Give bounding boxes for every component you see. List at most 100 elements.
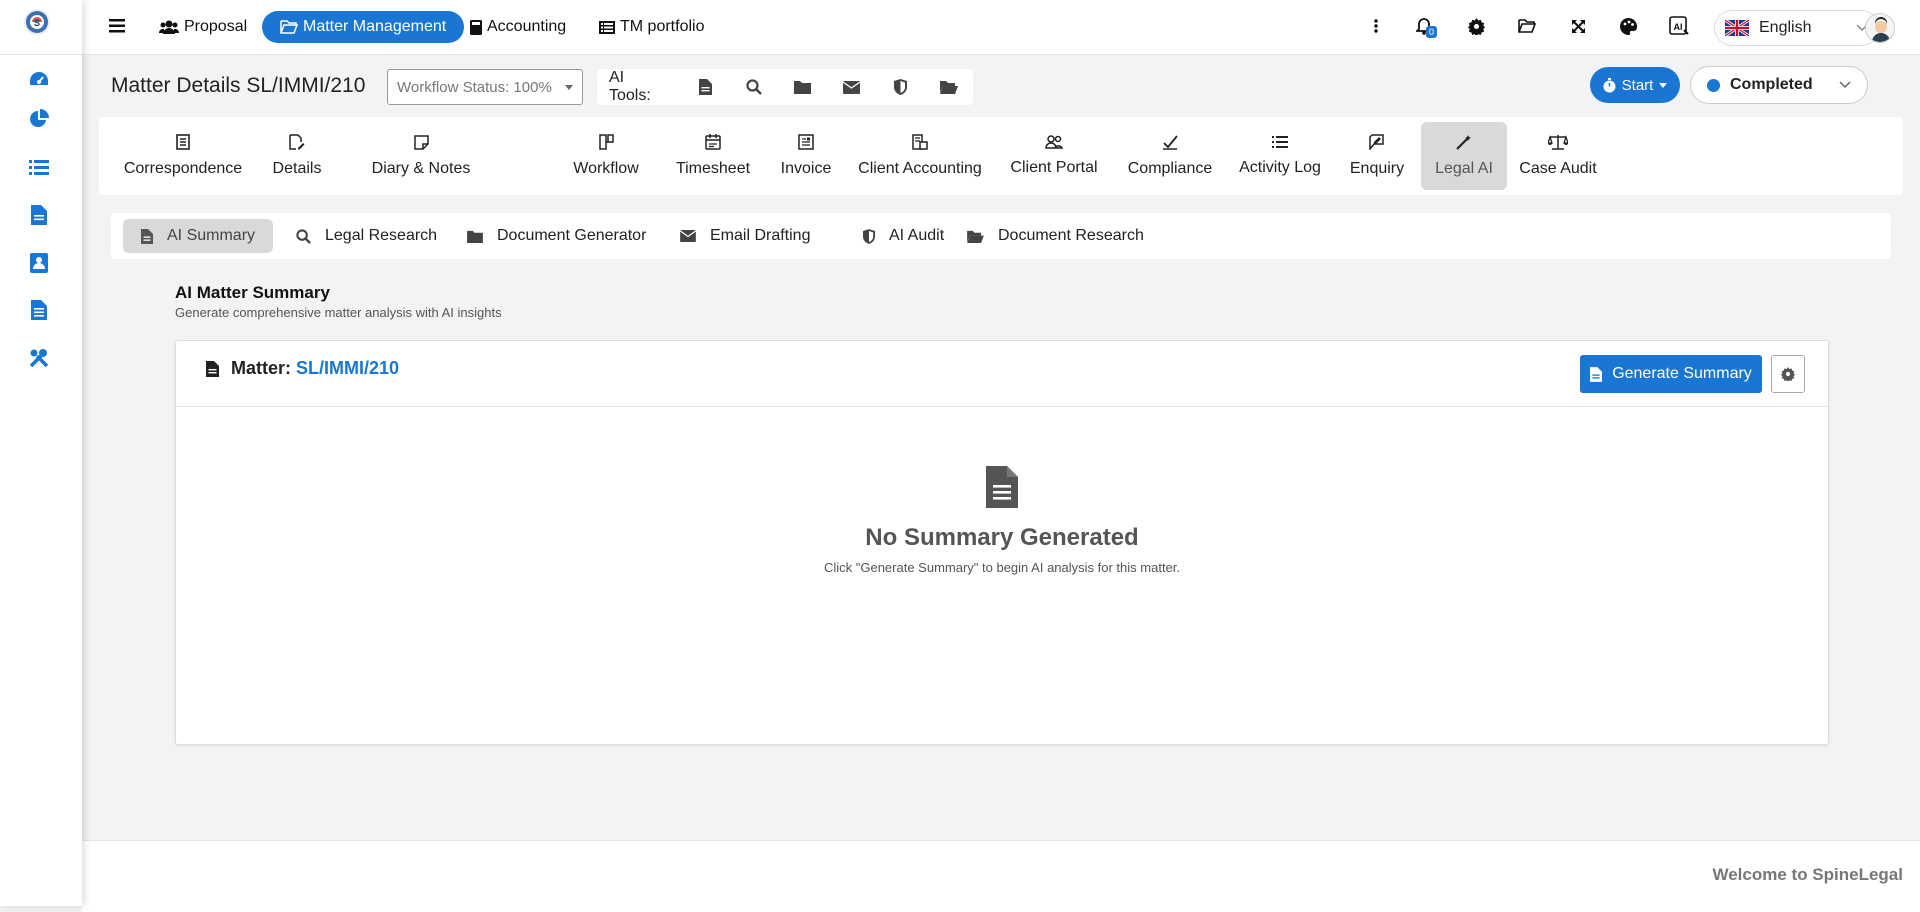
tab-activity-log-label: Activity Log xyxy=(1239,159,1321,176)
top-navbar: Proposal Matter Management Accounting TM… xyxy=(82,0,1920,55)
settings-gear-icon[interactable] xyxy=(1464,14,1488,38)
palette-icon[interactable] xyxy=(1616,14,1640,38)
ai-tool-research-button[interactable] xyxy=(730,69,779,105)
tab-workflow-label: Workflow xyxy=(573,160,639,177)
folder-open-icon xyxy=(967,230,984,243)
section-subtitle: Generate comprehensive matter analysis w… xyxy=(175,305,502,320)
user-avatar[interactable] xyxy=(1865,13,1895,43)
more-vertical-icon[interactable] xyxy=(1364,14,1388,38)
tab-workflow[interactable]: Workflow xyxy=(563,122,649,190)
matter-heading: Matter: SL/IMMI/210 xyxy=(206,358,399,379)
uk-flag-icon xyxy=(1725,20,1749,36)
nav-proposal[interactable]: Proposal xyxy=(151,11,255,43)
tab-client-portal[interactable]: Client Portal xyxy=(1001,122,1107,190)
nav-tm-portfolio[interactable]: TM portfolio xyxy=(591,11,712,43)
sidebar: S xyxy=(0,0,82,906)
matter-tabs: Correspondence Details Diary & Notes Wor… xyxy=(99,117,1903,195)
ai-tool-research-docs-button[interactable] xyxy=(924,69,973,105)
subtab-ai-summary[interactable]: AI Summary xyxy=(123,219,274,253)
nav-accounting-label: Accounting xyxy=(487,18,567,35)
subtab-document-generator[interactable]: Document Generator xyxy=(449,219,664,253)
stopwatch-icon xyxy=(1603,77,1616,92)
contact-card-icon[interactable] xyxy=(28,252,50,274)
status-dot xyxy=(1707,78,1720,92)
scale-icon xyxy=(1548,134,1568,150)
svg-text:S: S xyxy=(34,18,40,28)
subtab-document-generator-label: Document Generator xyxy=(497,227,647,244)
tab-legal-ai-label: Legal AI xyxy=(1435,160,1493,177)
tab-case-audit[interactable]: Case Audit xyxy=(1515,122,1601,190)
list-icon[interactable] xyxy=(28,156,50,178)
ai-tool-email-button[interactable] xyxy=(827,69,876,105)
tab-details[interactable]: Details xyxy=(262,122,332,190)
tab-compliance[interactable]: Compliance xyxy=(1117,122,1223,190)
nav-tm-portfolio-label: TM portfolio xyxy=(620,18,705,35)
folder-icon xyxy=(467,230,483,243)
enquiry-icon xyxy=(1368,134,1384,150)
nav-matter-management-label: Matter Management xyxy=(303,18,447,35)
nav-accounting[interactable]: Accounting xyxy=(462,11,574,43)
file-edit-icon xyxy=(289,134,305,150)
ai-tool-audit-button[interactable] xyxy=(876,69,925,105)
list-icon xyxy=(1272,136,1288,148)
page-title: Matter Details SL/IMMI/210 xyxy=(111,74,366,97)
workflow-status-label: Workflow Status: 100% xyxy=(397,78,552,96)
ai-tools-label: AI Tools: xyxy=(609,69,651,104)
language-selector[interactable]: English xyxy=(1714,10,1879,46)
subtab-email-drafting[interactable]: Email Drafting xyxy=(662,219,828,253)
shield-icon xyxy=(863,228,875,244)
subtab-document-research[interactable]: Document Research xyxy=(949,219,1162,253)
matter-code-link[interactable]: SL/IMMI/210 xyxy=(296,358,399,378)
subtab-legal-research[interactable]: Legal Research xyxy=(278,219,455,253)
ai-assistant-icon[interactable]: AI xyxy=(1667,14,1691,38)
subtab-ai-audit[interactable]: AI Audit xyxy=(845,219,962,253)
subtab-ai-audit-label: AI Audit xyxy=(889,227,945,244)
tab-timesheet-label: Timesheet xyxy=(675,160,751,177)
chevron-down-icon xyxy=(1839,81,1851,89)
nav-matter-management[interactable]: Matter Management xyxy=(262,11,465,43)
compliance-icon xyxy=(1163,135,1178,150)
summary-settings-button[interactable] xyxy=(1771,355,1805,393)
language-label: English xyxy=(1759,19,1812,36)
svg-text:AI: AI xyxy=(1674,22,1683,32)
folder-open-icon xyxy=(280,20,298,34)
generate-summary-label: Generate Summary xyxy=(1612,365,1752,382)
subtab-email-drafting-label: Email Drafting xyxy=(710,227,811,244)
calculator-icon xyxy=(470,19,482,35)
tab-correspondence[interactable]: Correspondence xyxy=(120,122,246,190)
subtab-document-research-label: Document Research xyxy=(998,227,1144,244)
search-icon xyxy=(296,228,311,244)
tab-timesheet[interactable]: Timesheet xyxy=(664,122,762,190)
tab-diary-notes[interactable]: Diary & Notes xyxy=(346,122,496,190)
document-icon xyxy=(986,466,1018,508)
tab-activity-log[interactable]: Activity Log xyxy=(1232,122,1328,190)
tab-invoice[interactable]: Invoice xyxy=(771,122,841,190)
start-button[interactable]: Start xyxy=(1590,67,1680,103)
app-logo[interactable]: S xyxy=(24,9,50,35)
ai-tool-document-button[interactable] xyxy=(779,69,828,105)
document-list-icon[interactable] xyxy=(28,299,50,321)
hamburger-menu-icon[interactable] xyxy=(105,14,129,38)
folder-open-icon[interactable] xyxy=(1515,14,1539,38)
tab-invoice-label: Invoice xyxy=(780,160,832,177)
tab-client-accounting[interactable]: Client Accounting xyxy=(851,122,989,190)
notification-count-badge: 0 xyxy=(1425,26,1437,38)
tab-legal-ai[interactable]: Legal AI xyxy=(1421,122,1507,190)
envelope-icon xyxy=(843,80,861,94)
start-label: Start xyxy=(1621,76,1654,94)
workflow-status-select[interactable]: Workflow Status: 100% xyxy=(387,69,583,105)
matter-status-select[interactable]: Completed xyxy=(1690,66,1868,104)
notification-bell-icon[interactable]: 0 xyxy=(1412,14,1437,38)
shield-icon xyxy=(893,79,907,95)
generate-summary-button[interactable]: Generate Summary xyxy=(1580,355,1762,393)
users-icon xyxy=(159,20,179,34)
pie-chart-icon[interactable] xyxy=(28,108,50,130)
tab-enquiry[interactable]: Enquiry xyxy=(1340,122,1414,190)
tools-icon[interactable] xyxy=(28,347,50,369)
magic-wand-icon xyxy=(1456,135,1471,150)
fullscreen-expand-icon[interactable] xyxy=(1566,14,1590,38)
file-text-icon[interactable] xyxy=(28,204,50,226)
summary-card: Matter: SL/IMMI/210 Generate Summary No … xyxy=(175,340,1829,745)
dashboard-icon[interactable] xyxy=(28,68,50,90)
ai-tool-summary-button[interactable] xyxy=(682,69,731,105)
